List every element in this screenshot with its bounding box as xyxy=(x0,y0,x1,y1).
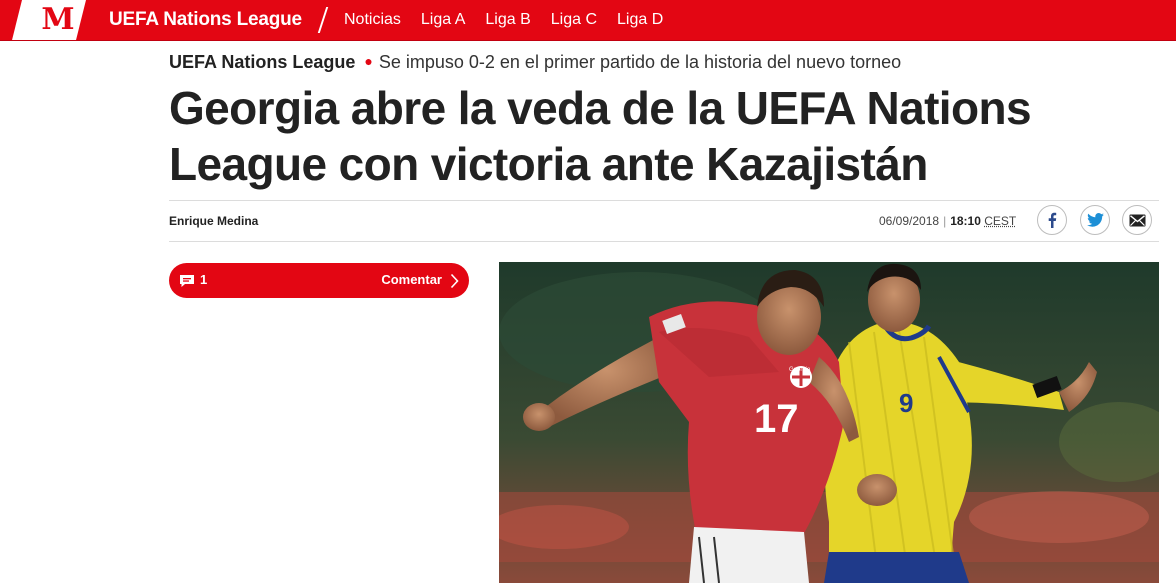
red-shirt-number: 17 xyxy=(754,397,799,441)
datetime-separator: | xyxy=(943,214,947,228)
byline-top-divider xyxy=(169,200,1159,201)
nav-item-liga-a[interactable]: Liga A xyxy=(411,0,475,40)
headline-line-2: League con victoria ante Kazajistán xyxy=(169,138,928,190)
email-icon xyxy=(1129,214,1145,226)
nav-separator xyxy=(317,7,329,33)
share-facebook-button[interactable] xyxy=(1037,205,1067,235)
publish-timezone: CEST xyxy=(984,214,1017,228)
author-name[interactable]: Enrique Medina xyxy=(169,214,258,228)
nav-item-liga-b[interactable]: Liga B xyxy=(475,0,540,40)
top-navigation-bar: M UEFA Nations League Noticias Liga A Li… xyxy=(0,0,1176,41)
chevron-right-icon xyxy=(450,273,459,289)
shirt-crest-text: Georgia xyxy=(789,367,811,373)
nav-item-noticias[interactable]: Noticias xyxy=(334,0,411,40)
comment-count: 1 xyxy=(200,272,208,287)
facebook-icon xyxy=(1048,212,1057,228)
comment-label: Comentar xyxy=(381,272,442,287)
kicker-subtitle: Se impuso 0-2 en el primer partido de la… xyxy=(378,52,902,72)
share-twitter-button[interactable] xyxy=(1080,205,1110,235)
publish-datetime: 06/09/2018 | 18:10 CEST xyxy=(879,214,1016,228)
nav-item-liga-d[interactable]: Liga D xyxy=(607,0,673,40)
yellow-shirt-number: 9 xyxy=(899,388,913,418)
comment-button[interactable]: 1 Comentar xyxy=(169,263,469,298)
headline-line-1: Georgia abre la veda de la UEFA Nations xyxy=(169,82,1032,134)
byline-bottom-divider xyxy=(169,241,1159,242)
twitter-icon xyxy=(1086,213,1104,227)
publish-time: 18:10 xyxy=(950,214,981,228)
publish-date: 06/09/2018 xyxy=(879,214,940,228)
nav-item-liga-c[interactable]: Liga C xyxy=(541,0,607,40)
section-title-link[interactable]: UEFA Nations League xyxy=(109,8,302,32)
article-kicker: UEFA Nations League ● Se impuso 0-2 en el … xyxy=(169,50,901,73)
share-email-button[interactable] xyxy=(1122,205,1152,235)
football-match-photo: 9 17 Georgia xyxy=(499,262,1159,583)
article-headline: Georgia abre la veda de la UEFA Nations … xyxy=(169,80,1129,192)
kicker-section-link[interactable]: UEFA Nations League xyxy=(169,52,355,72)
article-photo: 9 17 Georgia xyxy=(499,262,1159,583)
section-nav: Noticias Liga A Liga B Liga C Liga D xyxy=(334,0,673,40)
kicker-bullet: ● xyxy=(364,53,373,69)
comment-bubble-icon xyxy=(180,275,194,287)
marca-logo[interactable]: M xyxy=(38,2,78,38)
